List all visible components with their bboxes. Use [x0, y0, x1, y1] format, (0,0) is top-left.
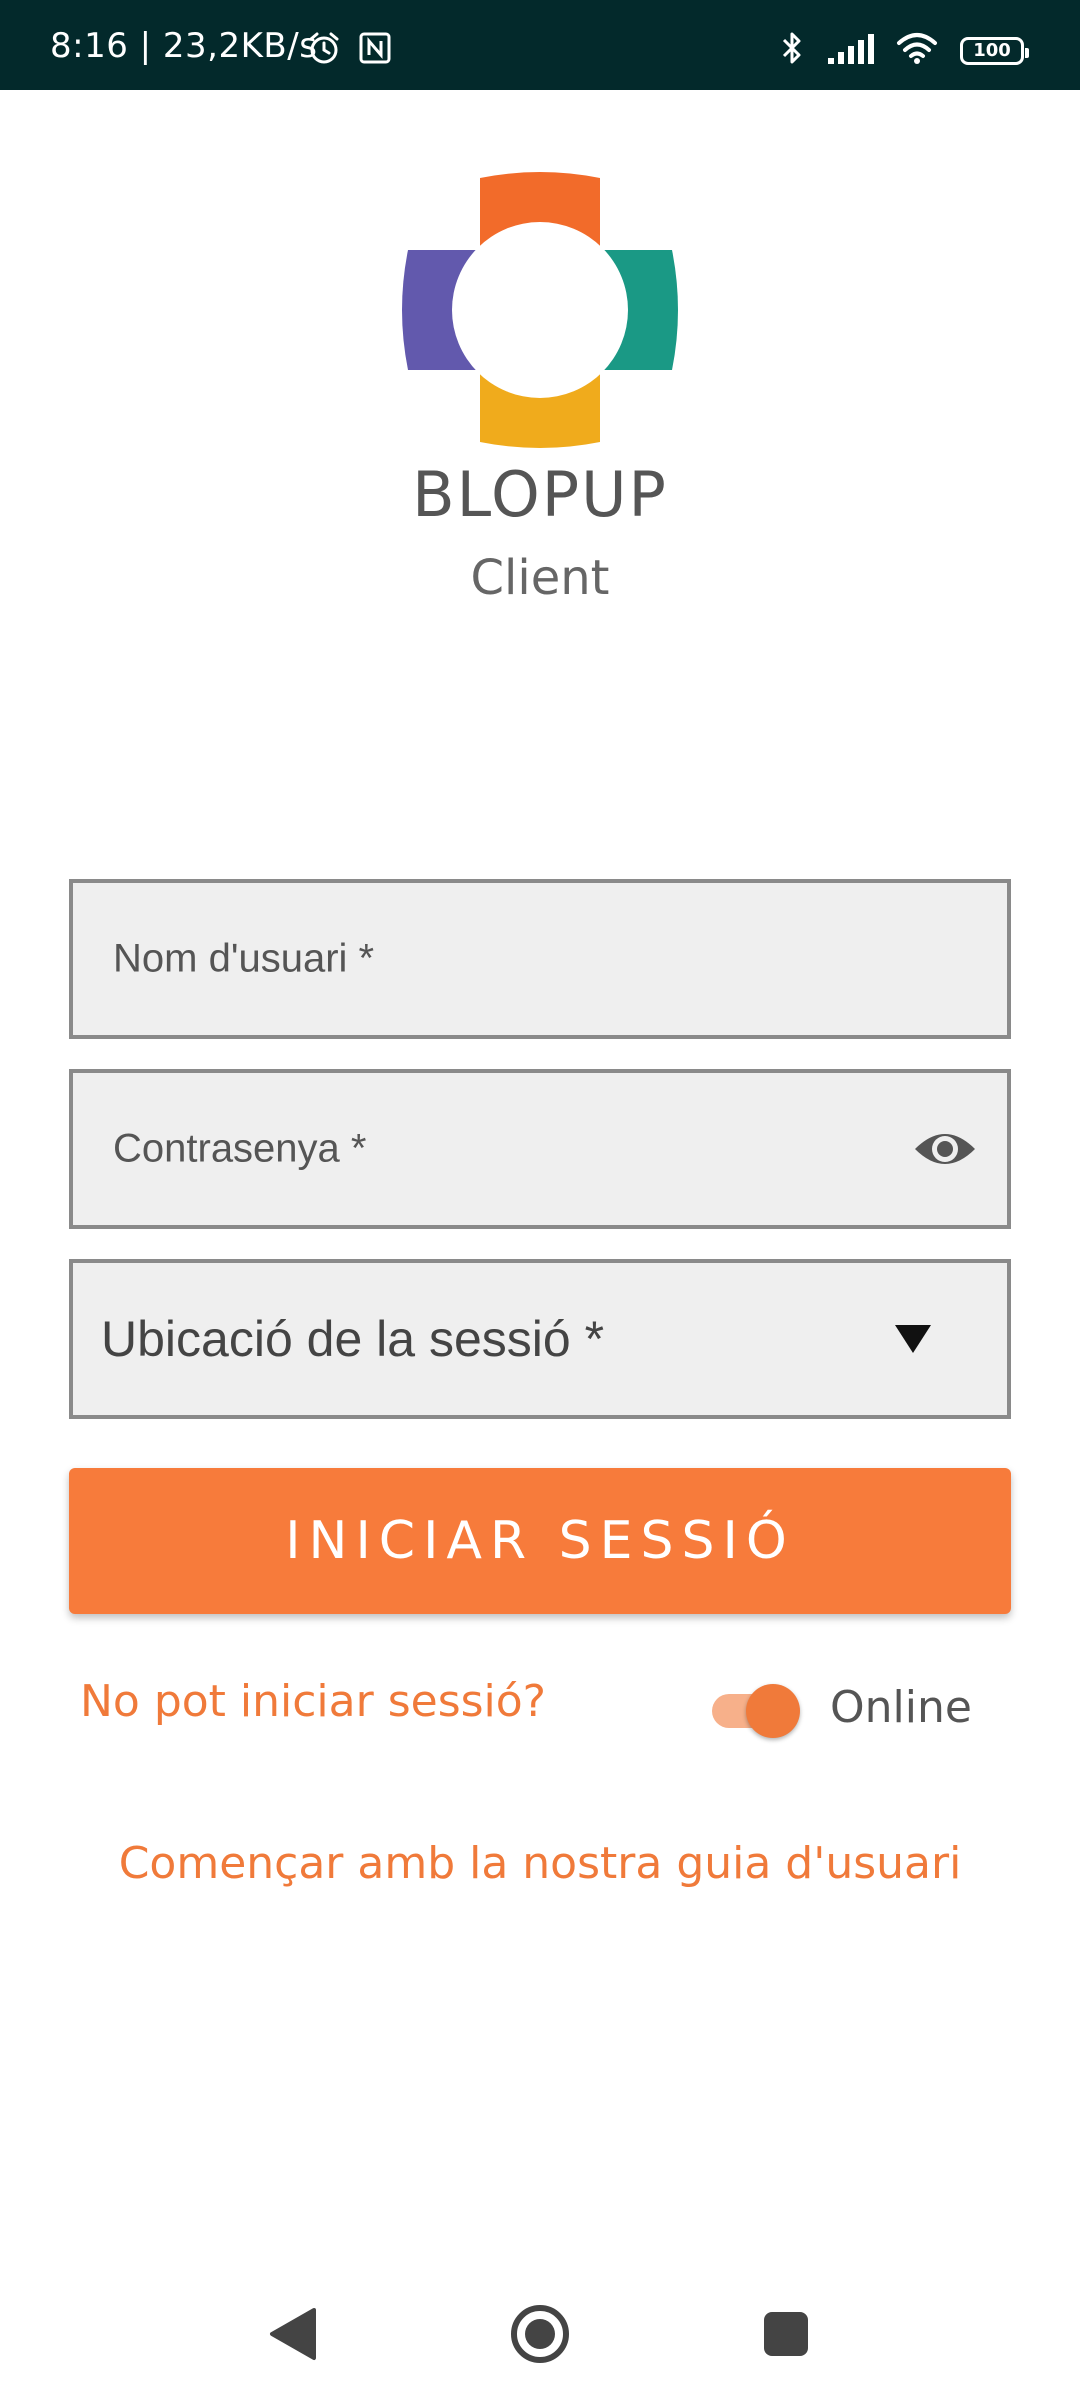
- status-bar: 8:16 | 23,2KB/s 100: [0, 0, 1080, 90]
- back-icon[interactable]: [268, 2306, 318, 2362]
- password-field[interactable]: Contrasenya *: [69, 1069, 1011, 1229]
- eye-icon[interactable]: [913, 1127, 977, 1171]
- battery-icon: 100: [960, 36, 1029, 65]
- session-location-label: Ubicació de la sessió *: [101, 1311, 605, 1367]
- dropdown-arrow-icon: [895, 1325, 931, 1353]
- username-label: Nom d'usuari *: [113, 936, 375, 981]
- battery-level: 100: [973, 40, 1011, 61]
- user-guide-link[interactable]: Començar amb la nostra guia d'usuari: [0, 1838, 1080, 1889]
- online-toggle[interactable]: [708, 1680, 800, 1738]
- password-label: Contrasenya *: [113, 1126, 367, 1171]
- login-button[interactable]: INICIAR SESSIÓ: [69, 1468, 1011, 1614]
- nfc-icon: [358, 31, 392, 70]
- app-name: BLOPUP: [412, 458, 668, 531]
- alarm-icon: [306, 30, 342, 71]
- toggle-thumb: [746, 1684, 800, 1738]
- recents-icon[interactable]: [762, 2310, 810, 2358]
- login-screen: 8:16 | 23,2KB/s 100 BLOPUP Client Nom d'…: [0, 0, 1080, 2400]
- blopup-logo: [402, 172, 678, 448]
- username-field[interactable]: Nom d'usuari *: [69, 879, 1011, 1039]
- bluetooth-icon: [780, 30, 804, 71]
- app-subtitle: Client: [470, 550, 610, 606]
- session-location-select[interactable]: Ubicació de la sessió *: [69, 1259, 1011, 1419]
- status-time: 8:16 | 23,2KB/s: [50, 26, 318, 66]
- online-label: Online: [830, 1682, 972, 1733]
- signal-icon: [826, 32, 874, 69]
- wifi-icon: [896, 31, 938, 70]
- home-icon[interactable]: [510, 2304, 570, 2364]
- cannot-login-link[interactable]: No pot iniciar sessió?: [80, 1676, 546, 1727]
